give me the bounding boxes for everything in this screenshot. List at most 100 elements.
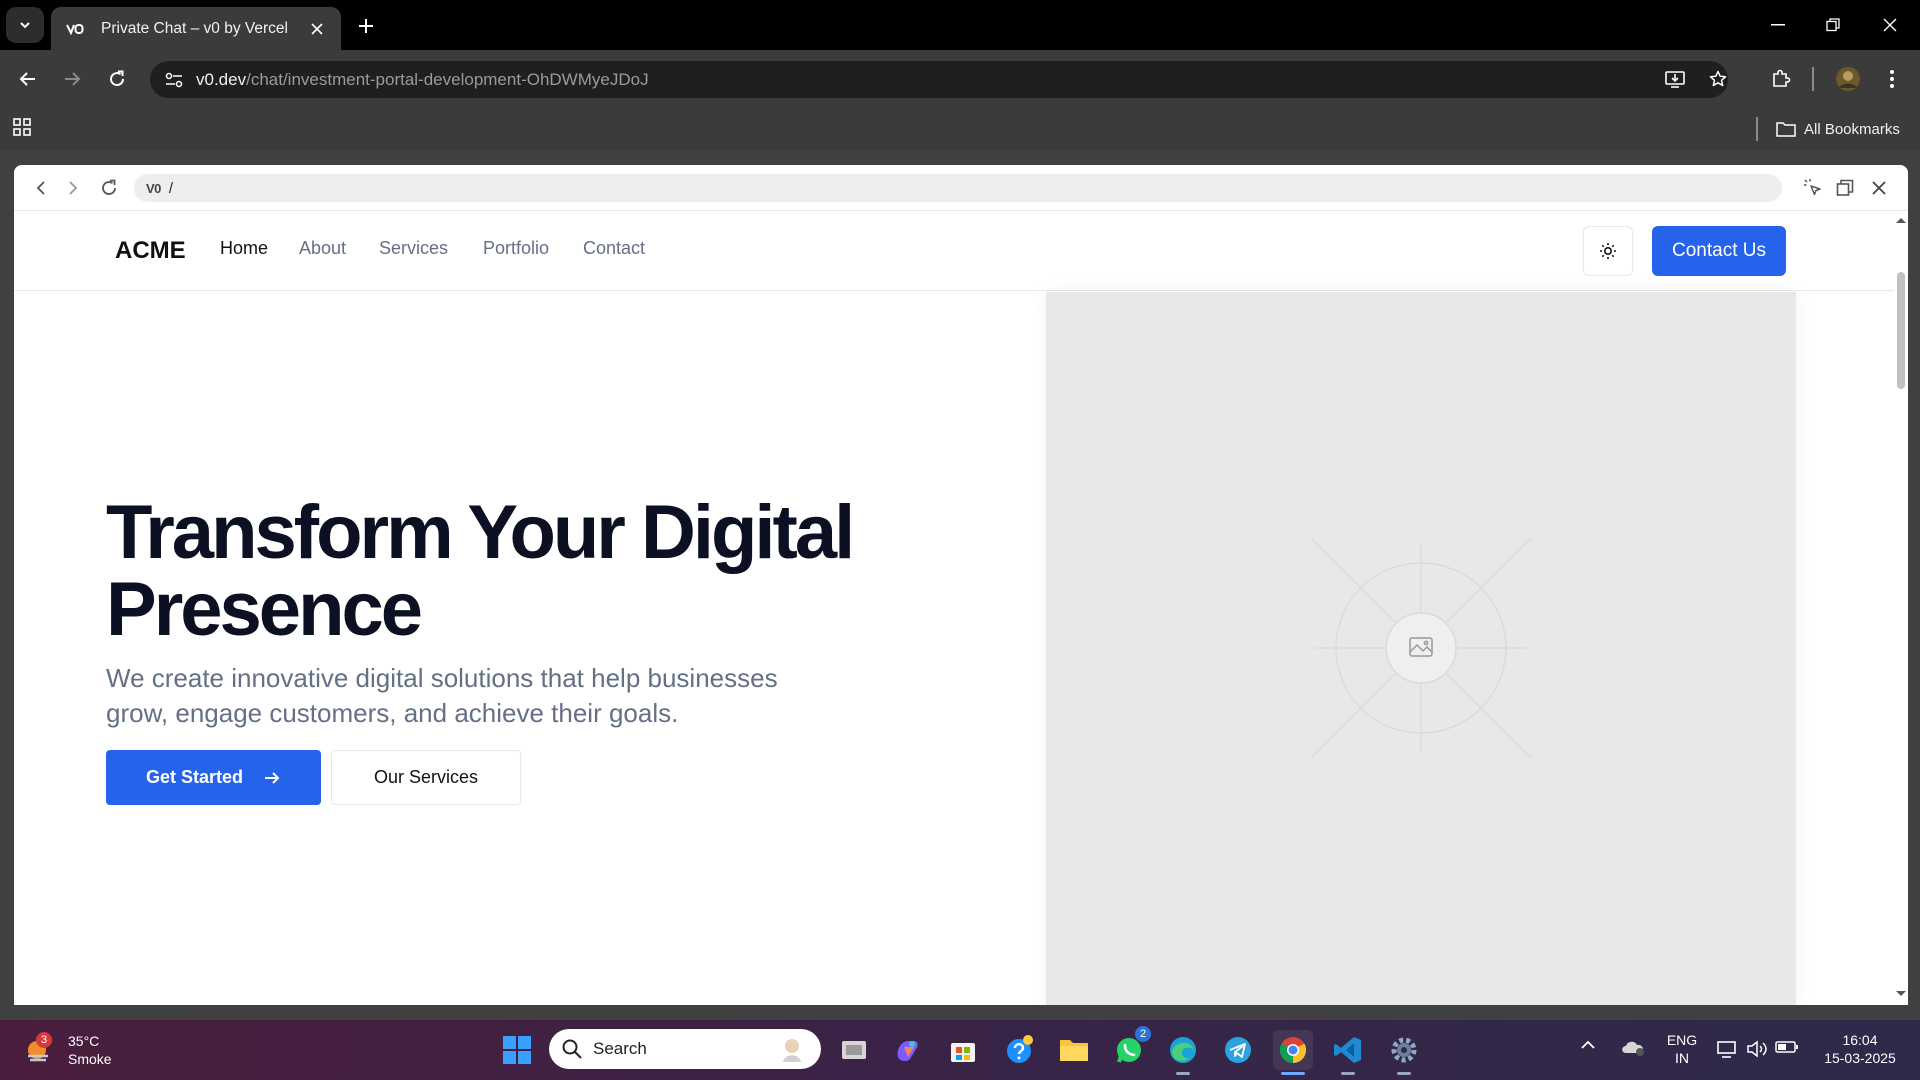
folder-icon — [1060, 1040, 1088, 1061]
weather-widget[interactable]: 3 35°C Smoke — [22, 1032, 112, 1068]
clock[interactable]: 16:04 15-03-2025 — [1812, 1031, 1908, 1067]
reload-button[interactable] — [101, 63, 133, 95]
taskbar-search[interactable]: Search — [549, 1029, 821, 1069]
weather-temp: 35°C — [68, 1033, 100, 1049]
vscode-button[interactable] — [1328, 1030, 1368, 1070]
chevron-down-icon — [20, 22, 30, 29]
copilot-icon — [897, 1041, 918, 1062]
toolbar-divider — [1812, 67, 1814, 91]
nav-portfolio[interactable]: Portfolio — [483, 238, 549, 259]
close-icon — [1872, 181, 1886, 195]
theme-toggle-button[interactable] — [1583, 226, 1633, 276]
nav-about[interactable]: About — [299, 238, 346, 259]
tab-search-button[interactable] — [6, 7, 44, 43]
scroll-down-icon[interactable] — [1894, 989, 1908, 999]
edge-button[interactable] — [1163, 1030, 1203, 1070]
hero-description: We create innovative digital solutions t… — [106, 663, 778, 728]
preview-close-button[interactable] — [1866, 175, 1892, 201]
extensions-button[interactable] — [1765, 63, 1797, 95]
task-view-button[interactable] — [834, 1030, 874, 1070]
preview-url-bar[interactable]: V0 / — [134, 174, 1782, 202]
start-button[interactable] — [497, 1030, 537, 1070]
battery-icon[interactable] — [1775, 1040, 1799, 1060]
help-icon — [1007, 1035, 1033, 1063]
onedrive-tray-icon[interactable] — [1620, 1037, 1648, 1061]
preview-window: V0 / ACME Home About Services Portfolio … — [14, 165, 1908, 1005]
contact-us-button[interactable]: Contact Us — [1652, 226, 1786, 276]
chevron-right-icon — [69, 181, 78, 195]
browser-menu-button[interactable] — [1876, 63, 1908, 95]
copilot-button[interactable] — [887, 1030, 927, 1070]
restore-button[interactable] — [1813, 9, 1853, 41]
plus-icon — [359, 19, 373, 33]
bookmark-star-button[interactable] — [1702, 63, 1734, 95]
preview-back-button[interactable] — [28, 175, 54, 201]
open-new-window-button[interactable] — [1832, 175, 1858, 201]
apps-grid-icon[interactable] — [12, 117, 36, 141]
preview-forward-button[interactable] — [60, 175, 86, 201]
file-explorer-button[interactable] — [1054, 1030, 1094, 1070]
puzzle-icon — [1773, 69, 1791, 87]
profile-avatar[interactable] — [1832, 63, 1864, 95]
back-button[interactable] — [12, 63, 44, 95]
minimize-button[interactable] — [1758, 9, 1798, 41]
preview-toolbar: V0 / — [14, 165, 1908, 211]
close-window-button[interactable] — [1870, 9, 1910, 41]
nav-home[interactable]: Home — [220, 238, 268, 259]
bookmarks-divider — [1756, 117, 1758, 141]
language-indicator[interactable]: ENG IN — [1662, 1031, 1702, 1067]
close-icon — [1883, 18, 1897, 32]
search-highlight-icon — [783, 1039, 801, 1062]
preview-path: / — [168, 179, 174, 197]
all-bookmarks-button[interactable]: All Bookmarks — [1776, 117, 1900, 141]
hero-title-line2: Presence — [106, 567, 423, 652]
reload-icon — [102, 179, 116, 195]
site-info-icon[interactable] — [158, 64, 190, 96]
scroll-up-icon[interactable] — [1894, 215, 1908, 225]
arrow-left-icon — [19, 72, 35, 86]
placeholder-graphic — [1310, 537, 1532, 759]
nav-services[interactable]: Services — [379, 238, 448, 259]
hero-title-line1: Transform Your Digital — [106, 490, 855, 575]
scrollbar-thumb[interactable] — [1897, 272, 1905, 389]
close-tab-icon[interactable] — [305, 17, 329, 41]
tab-title: Private Chat – v0 by Vercel — [101, 19, 288, 37]
v0-logo: V0 — [146, 180, 161, 196]
whatsapp-badge: 2 — [1135, 1026, 1151, 1042]
clock-time: 16:04 — [1842, 1032, 1878, 1048]
our-services-button[interactable]: Our Services — [331, 750, 521, 805]
windows-taskbar: 3 35°C Smoke Search 2 ENG IN 16:04 15-03… — [0, 1020, 1920, 1080]
telegram-button[interactable] — [1218, 1030, 1258, 1070]
tray-overflow-button[interactable] — [1580, 1040, 1604, 1060]
preview-reload-button[interactable] — [96, 175, 122, 201]
folder-icon — [1776, 122, 1796, 137]
site-page: ACME Home About Services Portfolio Conta… — [14, 211, 1894, 1005]
bookmarks-bar: All Bookmarks — [0, 108, 1920, 150]
new-tab-button[interactable] — [352, 12, 380, 40]
volume-icon[interactable] — [1746, 1039, 1768, 1061]
windows-logo-icon — [503, 1036, 531, 1064]
select-element-button[interactable] — [1800, 175, 1826, 201]
brand-logo[interactable]: ACME — [115, 237, 186, 265]
weather-desc: Smoke — [68, 1051, 112, 1067]
clock-date: 15-03-2025 — [1824, 1050, 1896, 1066]
whatsapp-button[interactable]: 2 — [1109, 1026, 1151, 1070]
microsoft-store-button[interactable] — [943, 1030, 983, 1070]
settings-button[interactable] — [1384, 1030, 1424, 1070]
chrome-button[interactable] — [1273, 1030, 1313, 1070]
edge-icon — [1170, 1037, 1196, 1063]
help-app-button[interactable] — [999, 1030, 1039, 1070]
network-icon[interactable] — [1716, 1039, 1738, 1061]
nav-contact[interactable]: Contact — [583, 238, 645, 259]
browser-tab-active[interactable]: Private Chat – v0 by Vercel — [51, 7, 341, 50]
chevron-left-icon — [36, 181, 45, 195]
install-app-button[interactable] — [1659, 63, 1691, 95]
vscode-icon — [1334, 1037, 1361, 1063]
get-started-button[interactable]: Get Started — [106, 750, 321, 805]
address-bar[interactable]: v0.dev/chat/investment-portal-developmen… — [150, 61, 1728, 98]
restore-icon — [1826, 18, 1840, 32]
kebab-menu-icon — [1890, 70, 1894, 88]
tab-strip: Private Chat – v0 by Vercel — [0, 0, 1920, 50]
hero-image-placeholder — [1046, 292, 1796, 1005]
forward-button[interactable] — [56, 63, 88, 95]
